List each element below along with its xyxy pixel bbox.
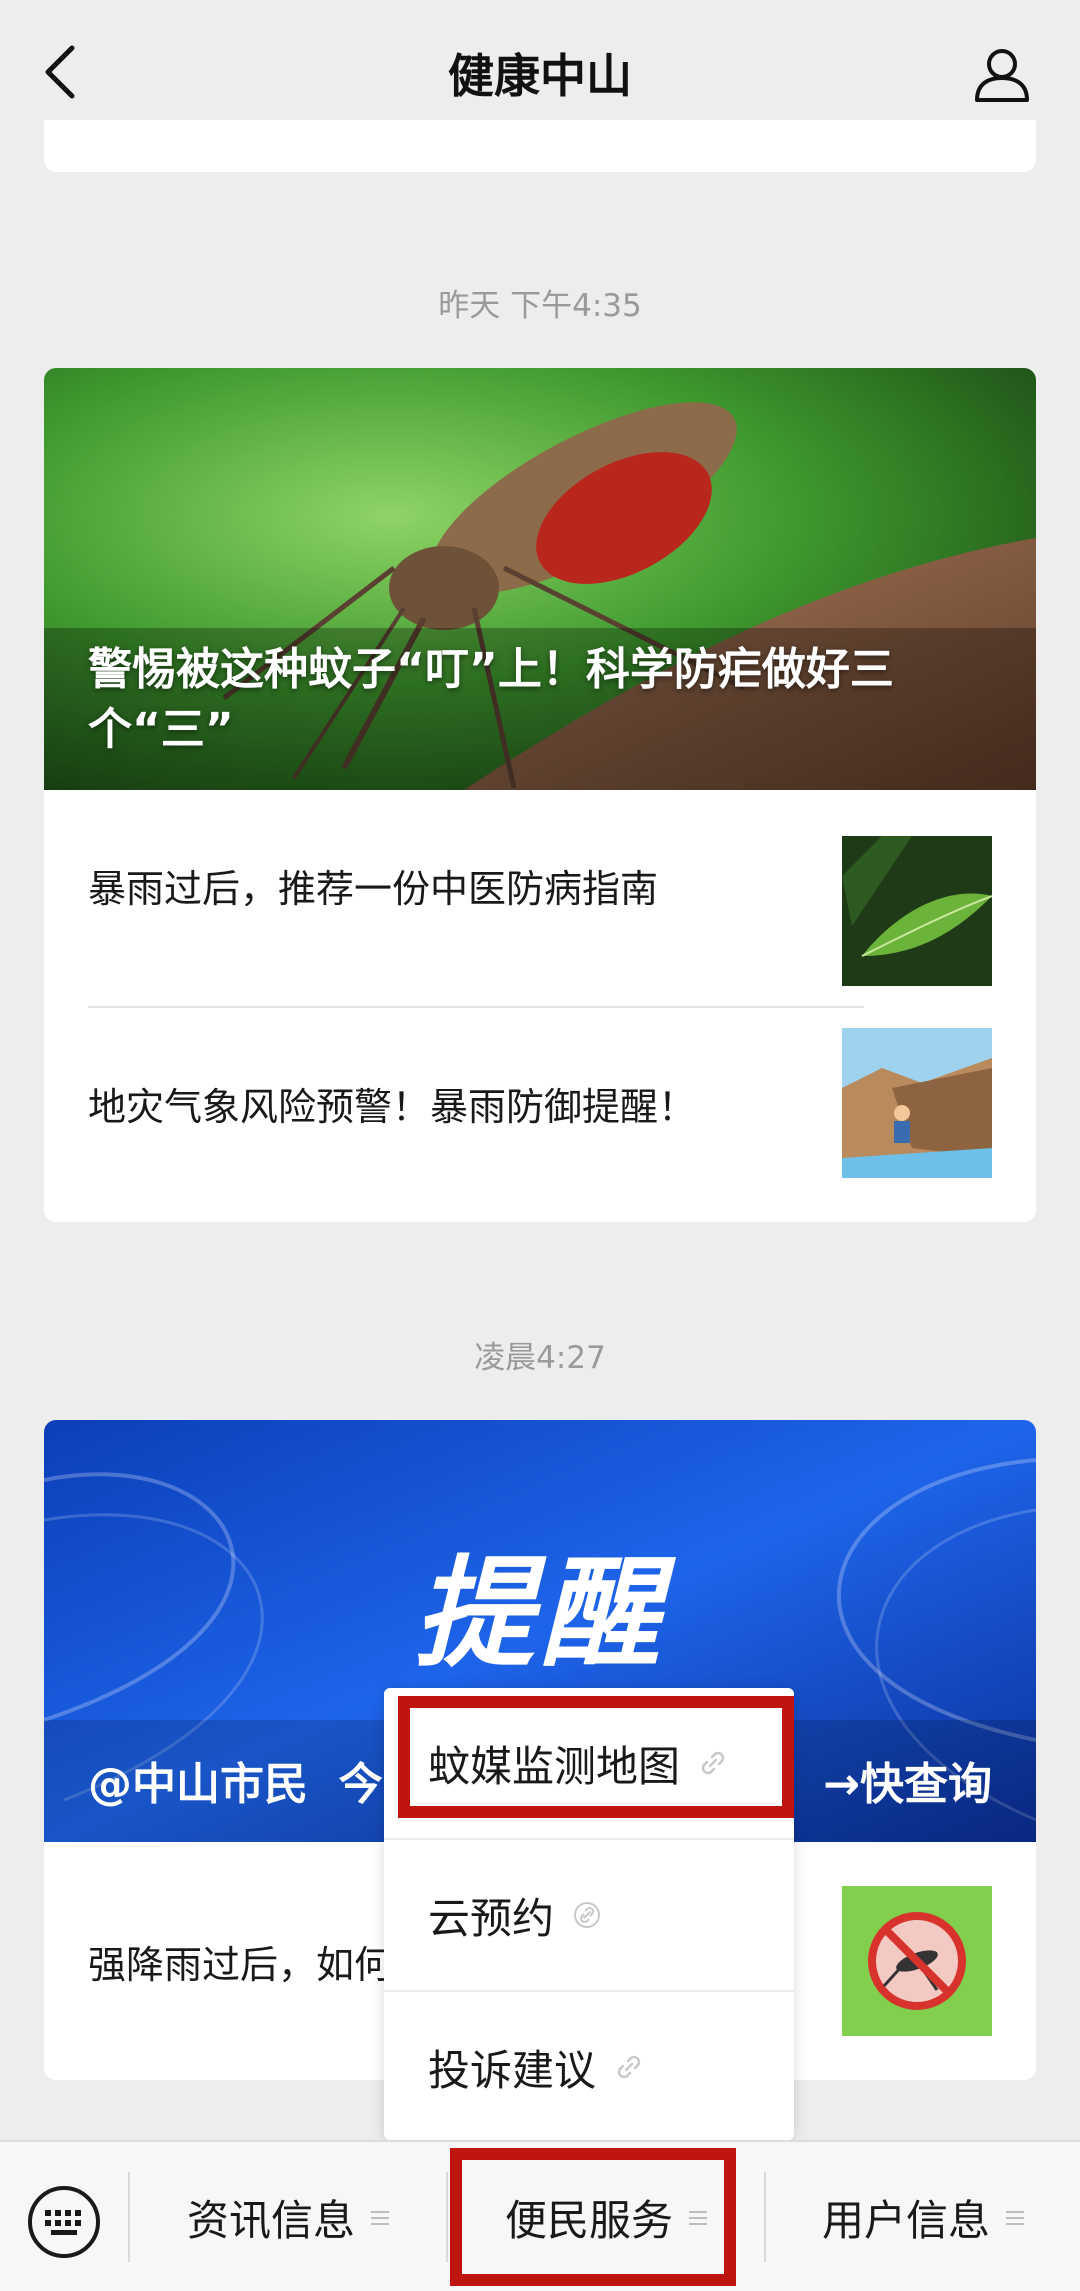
top-nav-bar: 健康中山: [0, 0, 1080, 140]
previous-message-card: [44, 120, 1036, 172]
menu-item-cloud-booking[interactable]: 云预约: [384, 1840, 794, 1990]
message-timestamp: 凌晨4:27: [474, 1340, 606, 1376]
hero-article-title-left: @中山市民 今: [88, 1759, 383, 1810]
landslide-thumbnail: [842, 1028, 992, 1178]
highlight-box: [450, 2148, 736, 2286]
hero-article[interactable]: 警惕被这种蚊子“叮”上！科学防疟做好三个“三”: [44, 368, 1036, 790]
article-title: 强降雨过后，如何: [88, 1942, 393, 1987]
message-timestamp: 昨天 下午4:35: [438, 288, 642, 324]
link-icon: [617, 2055, 641, 2079]
no-mosquito-thumbnail: [842, 1886, 992, 2036]
submenu-lines-icon: [1006, 2210, 1024, 2225]
page-title: 健康中山: [448, 49, 632, 103]
leaf-thumbnail: [842, 836, 992, 986]
article-card: 警惕被这种蚊子“叮”上！科学防疟做好三个“三” 暴雨过后，推荐一份中医防病指南 …: [44, 368, 1036, 1222]
highlight-box: [398, 1696, 794, 1818]
tab-label: 资讯信息: [186, 2196, 355, 2245]
menu-item-label: 云预约: [428, 1893, 555, 1943]
tab-label: 用户信息: [821, 2196, 990, 2245]
link-icon: [574, 1902, 601, 1928]
article-title: 暴雨过后，推荐一份中医防病指南: [88, 866, 659, 911]
article-list-item[interactable]: 地灾气象风险预警！暴雨防御提醒！: [44, 1008, 1036, 1198]
hero-article-title-right: →快查询: [823, 1759, 992, 1810]
submenu-lines-icon: [371, 2210, 389, 2225]
menu-item-complaints[interactable]: 投诉建议: [384, 1992, 794, 2142]
article-list-item[interactable]: 暴雨过后，推荐一份中医防病指南: [44, 790, 1036, 986]
user-profile-icon[interactable]: [972, 44, 1032, 104]
tab-user-info[interactable]: 用户信息: [766, 2142, 1080, 2291]
banner-heading: 提醒: [414, 1545, 666, 1684]
hero-article-title: 警惕被这种蚊子“叮”上！科学防疟做好三个“三”: [88, 644, 894, 755]
menu-item-label: 投诉建议: [428, 2045, 597, 2095]
article-title: 地灾气象风险预警！暴雨防御提醒！: [88, 1084, 697, 1129]
keyboard-icon[interactable]: [26, 2184, 102, 2260]
tab-news-info[interactable]: 资讯信息: [130, 2142, 446, 2291]
